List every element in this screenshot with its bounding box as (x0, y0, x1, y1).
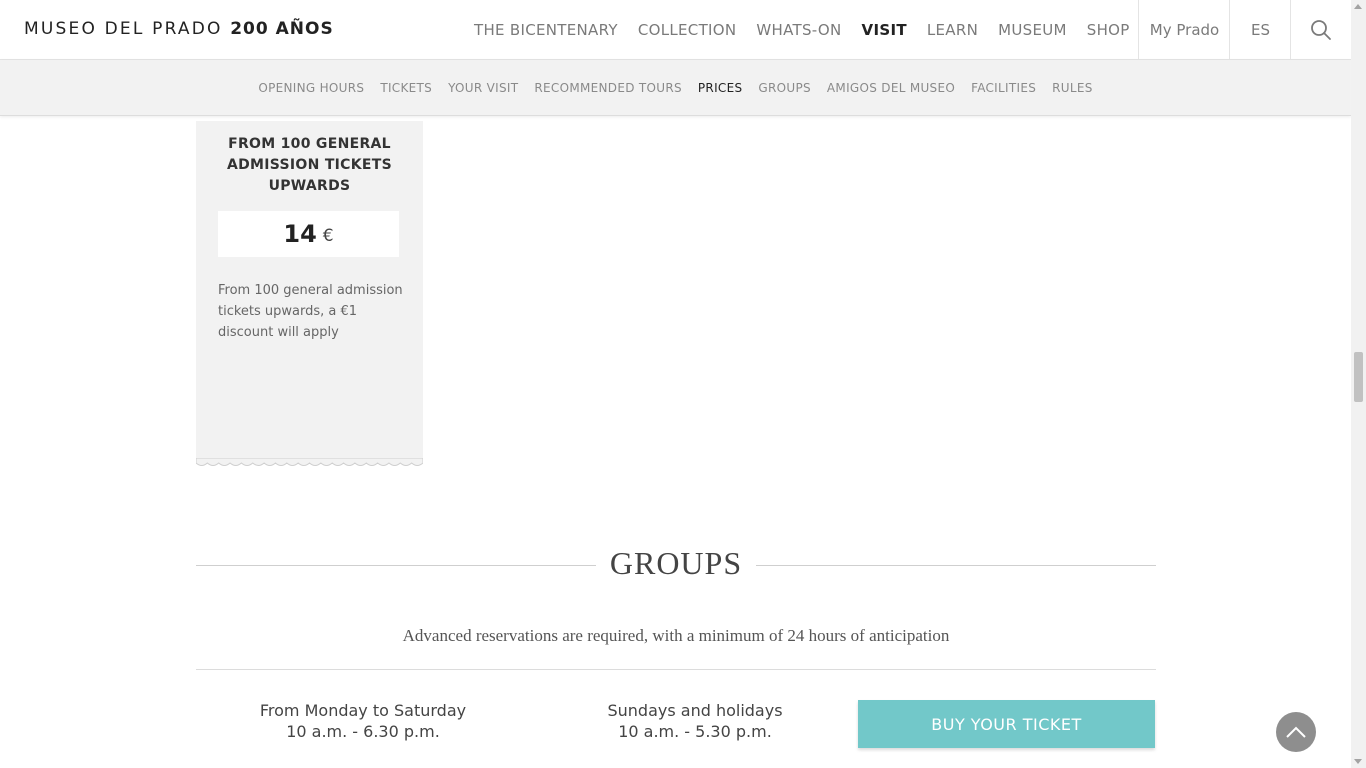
ticket-zigzag-edge (196, 458, 423, 466)
nav-item-shop[interactable]: SHOP (1077, 21, 1140, 39)
groups-title-rule-left (196, 565, 596, 566)
price-value: 14 (283, 220, 317, 248)
page-scrollbar[interactable] (1351, 0, 1366, 768)
schedule-sundays-hours: 10 a.m. - 5.30 p.m. (618, 722, 772, 741)
subnav-item-groups[interactable]: GROUPS (750, 81, 819, 95)
subnav-item-prices[interactable]: PRICES (690, 81, 751, 95)
ticket-card: FROM 100 GENERAL ADMISSION TICKETS UPWAR… (196, 121, 423, 462)
site-logo[interactable]: MUSEO DEL PRADO 200 AÑOS (24, 19, 334, 39)
nav-item-visit[interactable]: VISIT (852, 21, 917, 39)
buy-ticket-button[interactable]: BUY YOUR TICKET (858, 700, 1155, 748)
search-button[interactable] (1290, 0, 1351, 60)
main-nav: THE BICENTENARY COLLECTION WHATS-ON VISI… (464, 0, 1140, 60)
subnav-item-opening-hours[interactable]: OPENING HOURS (250, 81, 372, 95)
visit-subnav: OPENING HOURS TICKETS YOUR VISIT RECOMME… (0, 60, 1351, 116)
subnav-item-recommended-tours[interactable]: RECOMMENDED TOURS (526, 81, 690, 95)
back-to-top-button[interactable] (1276, 712, 1316, 752)
schedule-weekdays-days: From Monday to Saturday (259, 701, 467, 720)
scroll-down-arrow-icon[interactable] (1354, 759, 1362, 764)
nav-item-collection[interactable]: COLLECTION (628, 21, 747, 39)
groups-subtitle: Advanced reservations are required, with… (402, 626, 950, 645)
nav-item-whats-on[interactable]: WHATS-ON (746, 21, 851, 39)
search-icon (1311, 20, 1331, 40)
groups-title-rule-right (756, 565, 1156, 566)
schedule-weekdays: From Monday to Saturday 10 a.m. - 6.30 p… (236, 700, 490, 742)
subnav-item-amigos[interactable]: AMIGOS DEL MUSEO (819, 81, 963, 95)
chevron-up-icon (1286, 726, 1306, 738)
subnav-item-facilities[interactable]: FACILITIES (963, 81, 1044, 95)
scroll-up-arrow-icon[interactable] (1354, 4, 1362, 9)
ticket-card-description: From 100 general admission tickets upwar… (218, 283, 403, 340)
ticket-card-title: FROM 100 GENERAL ADMISSION TICKETS UPWAR… (226, 136, 392, 194)
price-box: 14 € (218, 211, 399, 257)
language-switch[interactable]: ES (1229, 0, 1291, 60)
subnav-item-your-visit[interactable]: YOUR VISIT (440, 81, 526, 95)
nav-item-learn[interactable]: LEARN (917, 21, 988, 39)
site-header: MUSEO DEL PRADO 200 AÑOS THE BICENTENARY… (0, 0, 1351, 60)
schedule-weekdays-hours: 10 a.m. - 6.30 p.m. (286, 722, 440, 741)
scrollbar-thumb[interactable] (1354, 352, 1363, 402)
groups-heading: GROUPS (609, 545, 743, 581)
nav-item-museum[interactable]: MUSEUM (988, 21, 1077, 39)
nav-item-bicentenary[interactable]: THE BICENTENARY (464, 21, 628, 39)
logo-bold-text: 200 AÑOS (230, 19, 334, 39)
subnav-item-rules[interactable]: RULES (1044, 81, 1101, 95)
groups-divider (196, 669, 1156, 670)
schedule-sundays-days: Sundays and holidays (607, 701, 783, 720)
my-prado-link[interactable]: My Prado (1138, 0, 1230, 60)
subnav-item-tickets[interactable]: TICKETS (372, 81, 440, 95)
schedule-sundays: Sundays and holidays 10 a.m. - 5.30 p.m. (568, 700, 822, 742)
price-currency: € (322, 226, 334, 246)
logo-main-text: MUSEO DEL PRADO (24, 19, 223, 39)
